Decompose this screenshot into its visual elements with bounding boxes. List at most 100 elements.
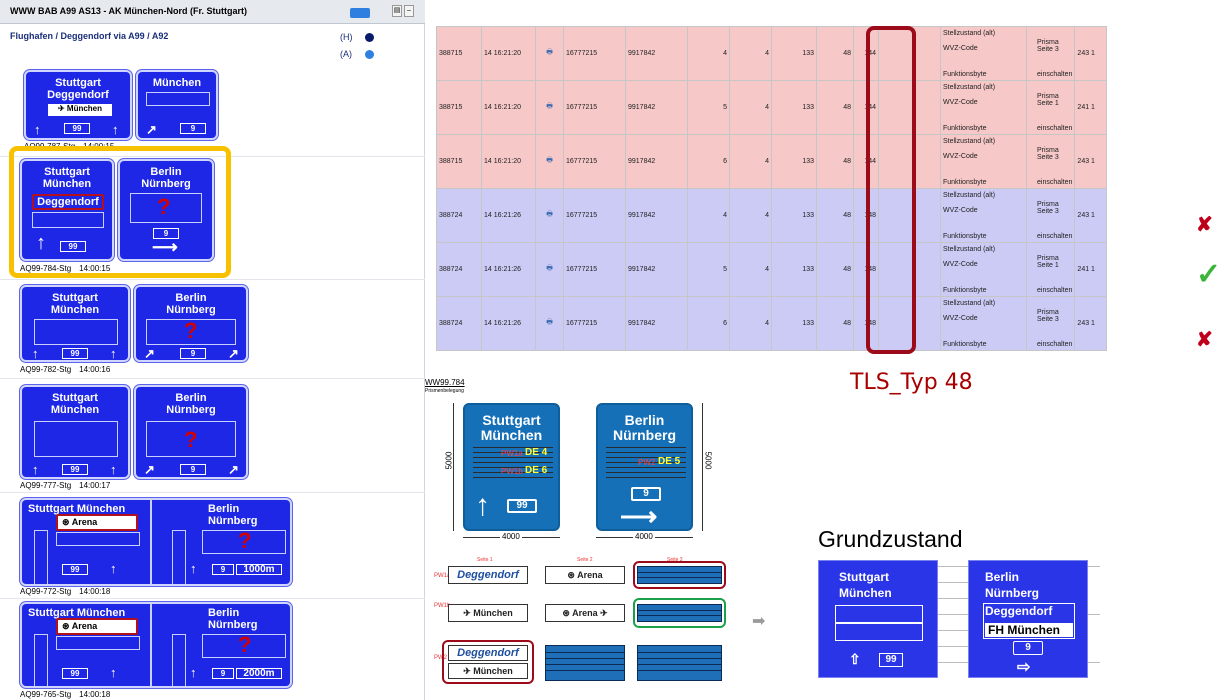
sign-white-text: München (66, 104, 103, 113)
status-label: WVZ-Code (943, 99, 978, 106)
cell-value: 16777215 (563, 26, 626, 81)
cell-id: 388715 (436, 80, 482, 135)
tls-column-highlight (866, 26, 916, 354)
sign-right[interactable]: Berlin Nürnberg ? ↗ 9 ↗ (134, 285, 248, 362)
route-line[interactable]: Flughafen / Deggendorf via A99 / A92 (H) (0, 29, 425, 46)
caption-time: 14:00:16 (79, 365, 111, 374)
cell-value: 4 (729, 242, 772, 297)
arrow-right-icon: ⟶ (620, 501, 658, 531)
arrow-diagonal-icon: ↗ (146, 122, 157, 137)
prism-label: PW1a (501, 449, 523, 458)
minimize-button[interactable]: – (404, 5, 414, 17)
status-label: Funktionsbyte (943, 124, 987, 132)
arrow-diagonal-icon: ↗ (144, 462, 155, 477)
sign-caption: AQ99-784-Stg 14:00:15 (20, 264, 110, 273)
sign-combined[interactable]: Stuttgart München ⊛ Arena 99 ↑ Berlin Nü… (20, 498, 292, 586)
sign-line: München (839, 586, 892, 600)
cell-value: 9917842 (625, 80, 688, 135)
sign-white-plate: ⊛ Arena (56, 618, 138, 635)
cell-id: 388715 (436, 26, 482, 81)
sign-line: Berlin (208, 607, 240, 619)
sign-empty-slot (56, 532, 140, 546)
route-code-a: (A) (340, 49, 352, 59)
sign-line: München (50, 404, 100, 416)
sign-combined[interactable]: Stuttgart München ⊛ Arena 99 ↑ Berlin Nü… (20, 602, 292, 688)
table-row[interactable]: 388724 14 16:21:26 🖶 16777215 9917842 5 4 133 48… (436, 242, 1108, 297)
route-number: 9 (1013, 641, 1043, 655)
gantry-line (938, 598, 968, 599)
cell-value: 9917842 (625, 188, 688, 243)
prism-face: ✈ München (448, 604, 528, 622)
print-icon[interactable]: ▤ (392, 5, 402, 17)
sign-left[interactable]: Stuttgart München ↑ 99 ↑ (20, 385, 130, 479)
table-row[interactable]: 388715 14 16:21:20 🖶 16777215 9917842 6 4 133 48… (436, 134, 1108, 189)
cross-mark-icon: ✘ (1196, 329, 1213, 351)
arrow-right-icon: ➡ (752, 613, 766, 630)
cell-status: Stellzustand (alt) WVZ-Code Funktionsbyte (940, 296, 1027, 351)
table-row[interactable]: 388715 14 16:21:20 🖶 16777215 9917842 4 4 133 48… (436, 26, 1108, 81)
sign-empty-slot (32, 212, 104, 228)
sign-empty-slot (146, 92, 210, 106)
prism-face: ⊛ Arena (545, 566, 625, 584)
arrow-diagonal-icon: ↗ (228, 346, 239, 361)
gantry-line (938, 630, 968, 631)
base-state-sign-left: Stuttgart München ⇧ 99 (818, 560, 938, 678)
sign-line: Berlin (175, 392, 207, 404)
cell-value: 16777215 (563, 188, 626, 243)
table-row[interactable]: 388724 14 16:21:26 🖶 16777215 9917842 4 4 133 48… (436, 188, 1108, 243)
cell-value: 4 (729, 80, 772, 135)
sign-left[interactable]: Stuttgart München Deggendorf ↑ 99 (20, 159, 114, 261)
sign-right[interactable]: Berlin Nürnberg ? 9 ⟶ (118, 159, 214, 261)
status-label: Funktionsbyte (943, 70, 987, 78)
arrow-right-icon: ⟶ (152, 237, 178, 257)
route-number: 99 (62, 564, 88, 575)
route-dot-a (365, 50, 374, 59)
lane-marker (172, 530, 186, 584)
cell-value: 133 (771, 242, 817, 297)
cross-mark-icon: ✘ (1196, 214, 1213, 236)
prism-text: Deggendorf (457, 569, 519, 581)
base-state-title: Grundzustand (818, 526, 963, 552)
sign-divider (150, 604, 152, 686)
prism-action: einschalten (1037, 70, 1073, 78)
cell-value: 9917842 (625, 134, 688, 189)
status-label: WVZ-Code (943, 315, 978, 322)
arrow-right-icon: ⇨ (1017, 659, 1031, 676)
caption-id: AQ99-777-Stg (20, 481, 72, 490)
unknown-destination-icon: ? (184, 427, 198, 452)
cell-tls-type: 48 (816, 242, 854, 297)
gantry-line (938, 582, 968, 583)
prism-ok-highlight (633, 598, 726, 628)
prism-page: Prisma Seite 3 (1037, 308, 1059, 323)
sign-line: München (480, 427, 543, 443)
cell-value: 5 (687, 242, 730, 297)
cell-prism: Prisma Seite 3 einschalten (1025, 188, 1076, 243)
sign-right[interactable]: Berlin Nürnberg ? ↗ 9 ↗ (134, 385, 248, 479)
route-name: Flughafen / Deggendorf via A99 / A92 (10, 31, 169, 41)
sign-right[interactable]: München ↗ 9 (136, 70, 218, 140)
cell-prism: Prisma Seite 1 einschalten (1025, 80, 1076, 135)
prism-face-empty (545, 645, 625, 681)
cell-tls-type: 48 (816, 188, 854, 243)
cell-time: 14 16:21:20 (481, 134, 536, 189)
status-label: Funktionsbyte (943, 286, 987, 294)
lane-marker (34, 634, 48, 686)
panel-titlebar: WWW BAB A99 AS13 - AK München-Nord (Fr. … (0, 0, 425, 24)
prism-action: einschalten (1037, 232, 1073, 240)
cell-prism: Prisma Seite 3 einschalten (1025, 134, 1076, 189)
cell-status: Stellzustand (alt) WVZ-Code Funktionsbyte (940, 80, 1027, 135)
cell-value: 16777215 (563, 296, 626, 351)
sign-line: Stuttgart (55, 77, 101, 89)
gantry-line (1088, 614, 1100, 615)
arrow-up-icon: ↑ (36, 232, 46, 254)
table-row[interactable]: 388724 14 16:21:26 🖶 16777215 9917842 6 4 133 48… (436, 296, 1108, 351)
sign-left[interactable]: Stuttgart Deggendorf ✈ München ↑ 99 ↑ (24, 70, 132, 140)
cell-time: 14 16:21:26 (481, 242, 536, 297)
cell-tls-type: 48 (816, 134, 854, 189)
cell-value: 4 (729, 26, 772, 81)
route-line-a[interactable]: (A) (0, 46, 425, 63)
sign-left[interactable]: Stuttgart München ↑ 99 ↑ (20, 285, 130, 362)
separator (0, 598, 425, 599)
route-number: 9 (180, 348, 206, 359)
table-row[interactable]: 388715 14 16:21:20 🖶 16777215 9917842 5 4 133 48… (436, 80, 1108, 135)
